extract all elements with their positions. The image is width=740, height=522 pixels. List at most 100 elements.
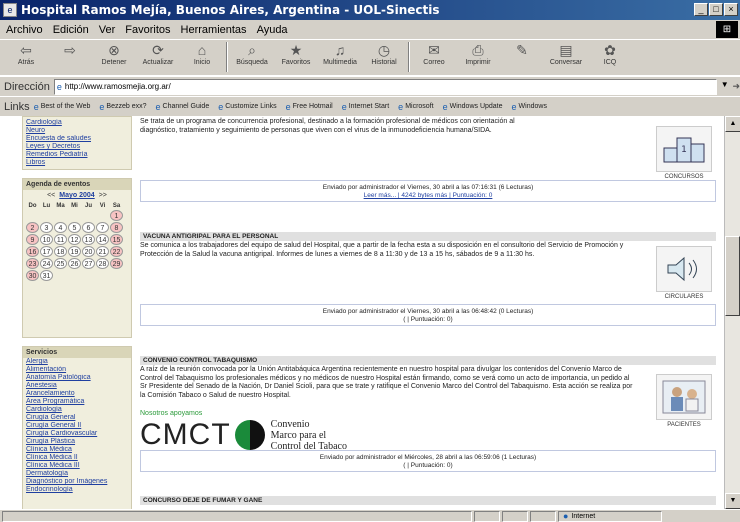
- scroll-up-icon[interactable]: ▲: [725, 116, 740, 132]
- chevron-down-icon[interactable]: ▼: [719, 80, 731, 94]
- article-thumbnail[interactable]: [656, 246, 712, 292]
- calendar-day[interactable]: 27: [82, 258, 95, 269]
- calendar-day[interactable]: 25: [54, 258, 67, 269]
- calendar-day[interactable]: 5: [68, 222, 81, 233]
- prev-month-link[interactable]: <<: [47, 192, 55, 199]
- calendar-day[interactable]: 14: [96, 234, 109, 245]
- calendar-day[interactable]: 28: [96, 258, 109, 269]
- calendar-day[interactable]: 6: [82, 222, 95, 233]
- service-link[interactable]: Endocrinología: [23, 486, 131, 494]
- current-month[interactable]: Mayo 2004: [59, 192, 94, 199]
- links-item[interactable]: e Windows Update: [443, 102, 503, 112]
- minimize-icon[interactable]: _: [694, 3, 708, 16]
- menu-edicion[interactable]: Edición: [53, 24, 89, 36]
- calendar-day[interactable]: 21: [96, 246, 109, 257]
- discuss-button[interactable]: ▤ Conversar: [544, 40, 588, 74]
- calendar-day[interactable]: 9: [26, 234, 39, 245]
- links-item[interactable]: e Microsoft: [398, 102, 433, 112]
- calendar-day[interactable]: 20: [82, 246, 95, 257]
- calendar-day[interactable]: 18: [54, 246, 67, 257]
- back-button[interactable]: ⇦ Atrás: [4, 40, 48, 74]
- menu-ver[interactable]: Ver: [99, 24, 116, 36]
- service-link[interactable]: Cirugía General II: [23, 422, 131, 430]
- links-item[interactable]: e Windows: [512, 102, 547, 112]
- calendar-day[interactable]: 4: [54, 222, 67, 233]
- scroll-down-icon[interactable]: ▼: [725, 493, 740, 509]
- service-link[interactable]: Arancelamiento: [23, 390, 131, 398]
- menu-ayuda[interactable]: Ayuda: [257, 24, 288, 36]
- calendar-day[interactable]: 1: [110, 210, 123, 221]
- links-item[interactable]: e Customize Links: [218, 102, 276, 112]
- calendar-day[interactable]: 30: [26, 270, 39, 281]
- scroll-thumb[interactable]: [725, 236, 740, 316]
- calendar-day[interactable]: 12: [68, 234, 81, 245]
- calendar-day[interactable]: 23: [26, 258, 39, 269]
- calendar-day[interactable]: 13: [82, 234, 95, 245]
- icq-button[interactable]: ✿ ICQ: [588, 40, 632, 74]
- go-icon[interactable]: ➜: [732, 81, 740, 92]
- calendar-day[interactable]: 2: [26, 222, 39, 233]
- article-thumbnail[interactable]: [656, 374, 712, 420]
- calendar-day[interactable]: 24: [40, 258, 53, 269]
- menu-archivo[interactable]: Archivo: [6, 24, 43, 36]
- service-link[interactable]: Cirugía Plástica: [23, 438, 131, 446]
- article-thumbnail[interactable]: 1: [656, 126, 712, 172]
- read-more-link[interactable]: Leer más... | 4242 bytes más | Puntuació…: [141, 192, 715, 200]
- service-link[interactable]: Cirugía General: [23, 414, 131, 422]
- calendar-day[interactable]: 10: [40, 234, 53, 245]
- print-button[interactable]: ⎙ Imprimir: [456, 40, 500, 74]
- calendar-day[interactable]: 19: [68, 246, 81, 257]
- calendar-day[interactable]: 15: [110, 234, 123, 245]
- service-link[interactable]: Área Programática: [23, 398, 131, 406]
- service-link[interactable]: Diagnóstico por Imágenes: [23, 478, 131, 486]
- service-link[interactable]: Anestesia: [23, 382, 131, 390]
- links-item[interactable]: e Channel Guide: [156, 102, 210, 112]
- links-item[interactable]: e Free Hotmail: [286, 102, 333, 112]
- ie-window-icon[interactable]: e: [3, 3, 17, 17]
- left-link[interactable]: Libros: [23, 159, 131, 167]
- menu-favoritos[interactable]: Favoritos: [125, 24, 170, 36]
- service-link[interactable]: Clínica Médica: [23, 446, 131, 454]
- service-link[interactable]: Cirugía Cardiovascular: [23, 430, 131, 438]
- left-link[interactable]: Cardiología: [23, 119, 131, 127]
- left-link[interactable]: Neuro: [23, 127, 131, 135]
- calendar-day[interactable]: 16: [26, 246, 39, 257]
- menu-herramientas[interactable]: Herramientas: [181, 24, 247, 36]
- left-link[interactable]: Remedios Pediatría: [23, 151, 131, 159]
- links-item[interactable]: e Bezzeb exx?: [99, 102, 146, 112]
- calendar-day[interactable]: 7: [96, 222, 109, 233]
- home-button[interactable]: ⌂ Inicio: [180, 40, 224, 74]
- service-link[interactable]: Dermatología: [23, 470, 131, 478]
- edit-button[interactable]: ✎: [500, 40, 544, 74]
- address-input[interactable]: e http://www.ramosmejia.org.ar/: [53, 78, 717, 95]
- maximize-icon[interactable]: □: [709, 3, 723, 16]
- service-link[interactable]: Alimentación: [23, 366, 131, 374]
- close-icon[interactable]: ×: [724, 3, 738, 16]
- calendar-day[interactable]: 22: [110, 246, 123, 257]
- refresh-button[interactable]: ⟳ Actualizar: [136, 40, 180, 74]
- calendar-day[interactable]: 26: [68, 258, 81, 269]
- calendar-day[interactable]: 11: [54, 234, 67, 245]
- favorites-button[interactable]: ★ Favoritos: [274, 40, 318, 74]
- service-link[interactable]: Clínica Médica II: [23, 454, 131, 462]
- left-link[interactable]: Encuesta de saludes: [23, 135, 131, 143]
- calendar-day[interactable]: 17: [40, 246, 53, 257]
- links-item[interactable]: e Best of the Web: [34, 102, 91, 112]
- next-month-link[interactable]: >>: [99, 192, 107, 199]
- calendar-day[interactable]: 8: [110, 222, 123, 233]
- links-item[interactable]: e Internet Start: [342, 102, 389, 112]
- service-link[interactable]: Cardiología: [23, 406, 131, 414]
- service-link[interactable]: Alergia: [23, 358, 131, 366]
- forward-button[interactable]: ⇨: [48, 40, 92, 74]
- history-button[interactable]: ◷ Historial: [362, 40, 406, 74]
- calendar-day[interactable]: 31: [40, 270, 53, 281]
- calendar-day[interactable]: 29: [110, 258, 123, 269]
- stop-button[interactable]: ⊗ Detener: [92, 40, 136, 74]
- mail-button[interactable]: ✉ Correo: [412, 40, 456, 74]
- left-link[interactable]: Leyes y Decretos: [23, 143, 131, 151]
- media-button[interactable]: ♫ Multimedia: [318, 40, 362, 74]
- service-link[interactable]: Anatomía Patológica: [23, 374, 131, 382]
- calendar-day[interactable]: 3: [40, 222, 53, 233]
- service-link[interactable]: Clínica Médica III: [23, 462, 131, 470]
- search-button[interactable]: ⌕ Búsqueda: [230, 40, 274, 74]
